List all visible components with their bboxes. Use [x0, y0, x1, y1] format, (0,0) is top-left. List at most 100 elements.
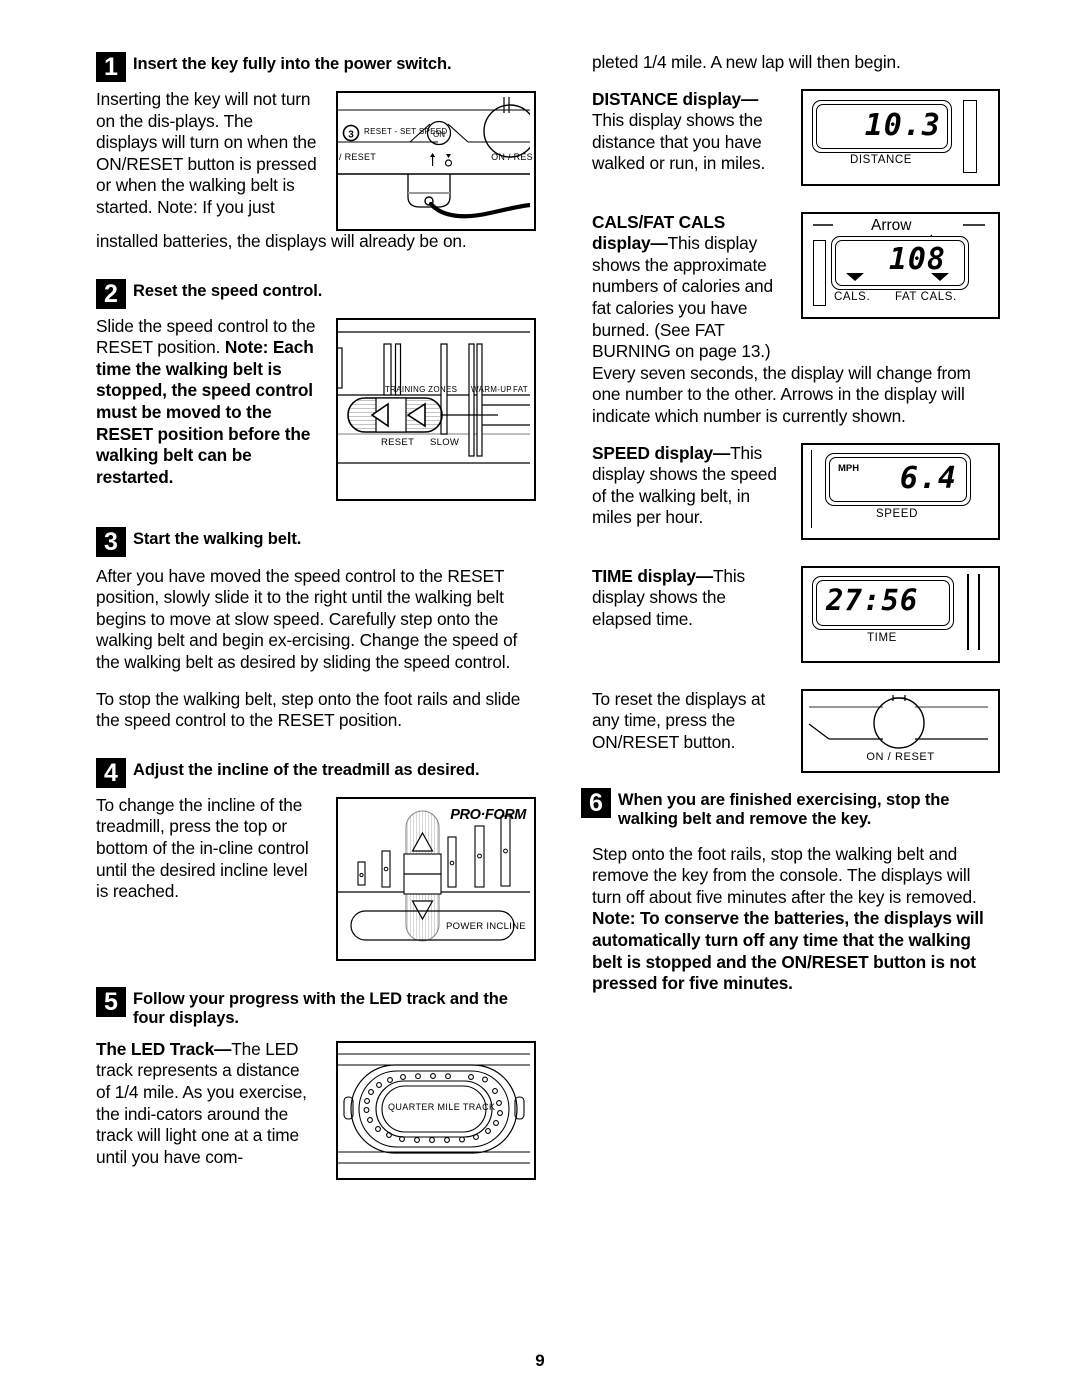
distance-paragraph: DISTANCE display—This display shows the … — [592, 89, 777, 175]
label-fat: FAT — [513, 384, 528, 394]
distance-lcd-window: 10.3 — [812, 99, 952, 153]
cals-lcd-window: 108 — [831, 235, 969, 290]
speed-unit: MPH — [838, 462, 860, 474]
label-warm-up: WARM-UP — [471, 384, 512, 394]
reset-paragraph: To reset the displays at any time, press… — [592, 688, 766, 752]
label-reset-set-speed: RESET - SET SPEED — [364, 127, 448, 136]
speed-paragraph: SPEED display—This display shows the spe… — [592, 443, 777, 529]
step-2-paragraph: Slide the speed control to the RESET pos… — [96, 316, 318, 489]
step-6-title: When you are finished exercising, stop t… — [618, 790, 950, 829]
on-reset-label: ON / RESET — [866, 750, 935, 763]
time-value: 27:56 — [826, 582, 919, 617]
speed-side-bar — [811, 449, 812, 528]
step-3-heading: 3 Start the walking belt. — [96, 526, 536, 557]
step-2-text-bold: Note: Each time the walking belt is stop… — [96, 337, 314, 487]
time-lcd-window: 27:56 — [812, 575, 954, 630]
fat-cals-label: FAT CALS. — [895, 290, 957, 303]
cals-label: CALS. — [834, 290, 871, 303]
step-1-number: 1 — [96, 52, 126, 82]
page-number: 9 — [535, 1351, 545, 1370]
step-1-paragraph-full: installed batteries, the displays will a… — [96, 231, 467, 251]
fat-cals-arrow-indicator — [931, 272, 949, 281]
cals-value: 108 — [888, 241, 946, 277]
arrow-callout: Arrow — [871, 216, 912, 234]
step-1-content: 3 ON RESET - SET SPEED / RESET ON / RES … — [96, 89, 536, 253]
step-3-paragraph-2: To stop the walking belt, step onto the … — [96, 688, 521, 731]
label-slow-position: SLOW — [430, 436, 460, 448]
right-column: pleted 1/4 mile. A new lap will then beg… — [581, 52, 1000, 995]
step-5-content: QUARTER MILE TRACK The LED Track—The LED… — [96, 1039, 536, 1180]
time-display-figure: 27:56 TIME — [801, 565, 1000, 663]
speed-lcd-window: MPH 6.4 — [825, 452, 971, 506]
label-power-incline: POWER INCLINE — [446, 920, 526, 932]
speed-label: SPEED — [876, 507, 918, 520]
time-paragraph: TIME display—This display shows the elap… — [592, 566, 777, 631]
step-5-title: Follow your progress with the LED track … — [133, 989, 508, 1028]
label-reset-position: RESET — [381, 436, 415, 448]
cals-side-bar — [813, 239, 826, 306]
step-6-text-bold: Note: To conserve the batteries, the dis… — [592, 908, 984, 994]
time-side-line-1 — [967, 573, 969, 650]
step-1-heading: 1 Insert the key fully into the power sw… — [96, 52, 536, 82]
step-2-number: 2 — [96, 278, 126, 309]
step-4-number: 4 — [96, 757, 126, 788]
speed-control-drawing — [338, 319, 530, 495]
step-3-title: Start the walking belt. — [133, 529, 302, 548]
time-section: 27:56 TIME TIME display—This display sho… — [592, 565, 1000, 663]
power-switch-figure: 3 ON RESET - SET SPEED / RESET ON / RES — [336, 91, 536, 231]
step-5-number: 5 — [96, 986, 126, 1017]
distance-text: This display shows the distance that you… — [592, 110, 766, 174]
step-2-heading: 2 Reset the speed control. — [96, 278, 536, 309]
step-5-heading: 5 Follow your progress with the LED trac… — [96, 986, 536, 1029]
distance-label: DISTANCE — [849, 153, 913, 166]
on-reset-figure: ON / RESET — [801, 688, 1000, 773]
cals-arrow-indicator — [846, 272, 864, 281]
step-1-title: Insert the key fully into the power swit… — [133, 55, 452, 73]
step-4-heading: 4 Adjust the incline of the treadmill as… — [96, 757, 536, 788]
step-4-content: PRO·FORM POWER INCLINE To change the inc… — [96, 795, 536, 961]
speed-display-figure: MPH 6.4 SPEED — [801, 442, 1000, 540]
step-2-title: Reset the speed control. — [133, 281, 323, 300]
step-1-paragraph: Inserting the key will not turn on the d… — [96, 89, 317, 217]
speed-heading: SPEED display— — [592, 442, 731, 463]
distance-heading: DISTANCE display— — [592, 88, 759, 109]
distance-section: 10.3 DISTANCE DISTANCE display—This disp… — [592, 88, 1000, 186]
led-track-term: The LED Track— — [96, 1038, 232, 1059]
cals-display-figure: Arrow 108 CALS. FAT CALS. — [801, 211, 1000, 319]
step-2-content: TRAINING ZONES WARM-UP FAT RESET SLOW Sl… — [96, 316, 536, 501]
svg-text:3: 3 — [348, 130, 354, 141]
cals-heading-1: CALS/FAT CALS — [592, 211, 726, 232]
reset-section: ON / RESET To reset the displays at any … — [592, 688, 1000, 773]
cals-heading-2: display— — [592, 233, 668, 254]
brand-logo: PRO·FORM — [450, 806, 526, 823]
step-5-paragraph: The LED Track—The LED track represents a… — [96, 1039, 318, 1169]
step-4-paragraph: To change the incline of the treadmill, … — [96, 794, 309, 902]
step-4-title: Adjust the incline of the treadmill as d… — [133, 760, 480, 779]
cals-paragraph-full: Every seven seconds, the display will ch… — [592, 362, 971, 426]
continuation-paragraph: pleted 1/4 mile. A new lap will then beg… — [592, 52, 901, 72]
label-reset: / RESET — [339, 152, 377, 162]
time-heading: TIME display— — [592, 565, 713, 586]
incline-control-figure: PRO·FORM POWER INCLINE — [336, 796, 536, 961]
time-label: TIME — [867, 631, 897, 644]
label-on-reset: ON / RES — [491, 152, 533, 162]
step-3-number: 3 — [96, 526, 126, 557]
step-6-heading: 6 When you are finished exercising, stop… — [581, 787, 1000, 830]
label-quarter-mile-track: QUARTER MILE TRACK — [388, 1101, 496, 1112]
time-side-line-2 — [978, 573, 980, 650]
manual-page: 1 Insert the key fully into the power sw… — [0, 0, 1080, 1397]
distance-value: 10.3 — [864, 107, 941, 143]
left-column: 1 Insert the key fully into the power sw… — [96, 52, 536, 1180]
speed-value: 6.4 — [899, 460, 957, 496]
distance-display-figure: 10.3 DISTANCE — [801, 88, 1000, 186]
distance-side-bar — [963, 99, 977, 173]
speed-section: MPH 6.4 SPEED SPEED display—This display… — [592, 442, 1000, 540]
speed-control-figure: TRAINING ZONES WARM-UP FAT RESET SLOW — [336, 317, 536, 501]
step-6-number: 6 — [581, 787, 611, 818]
led-track-figure: QUARTER MILE TRACK — [336, 1040, 536, 1180]
cals-paragraph: CALS/FAT CALS display—This display shows… — [592, 212, 777, 363]
step-3-paragraph-1: After you have moved the speed control t… — [96, 565, 518, 672]
step-6-paragraph: Step onto the foot rails, stop the walki… — [592, 844, 1000, 995]
step-6-text-plain: Step onto the foot rails, stop the walki… — [592, 843, 977, 907]
cals-section: Arrow 108 CALS. FAT CALS. CALS/FAT CALS … — [592, 211, 1000, 428]
